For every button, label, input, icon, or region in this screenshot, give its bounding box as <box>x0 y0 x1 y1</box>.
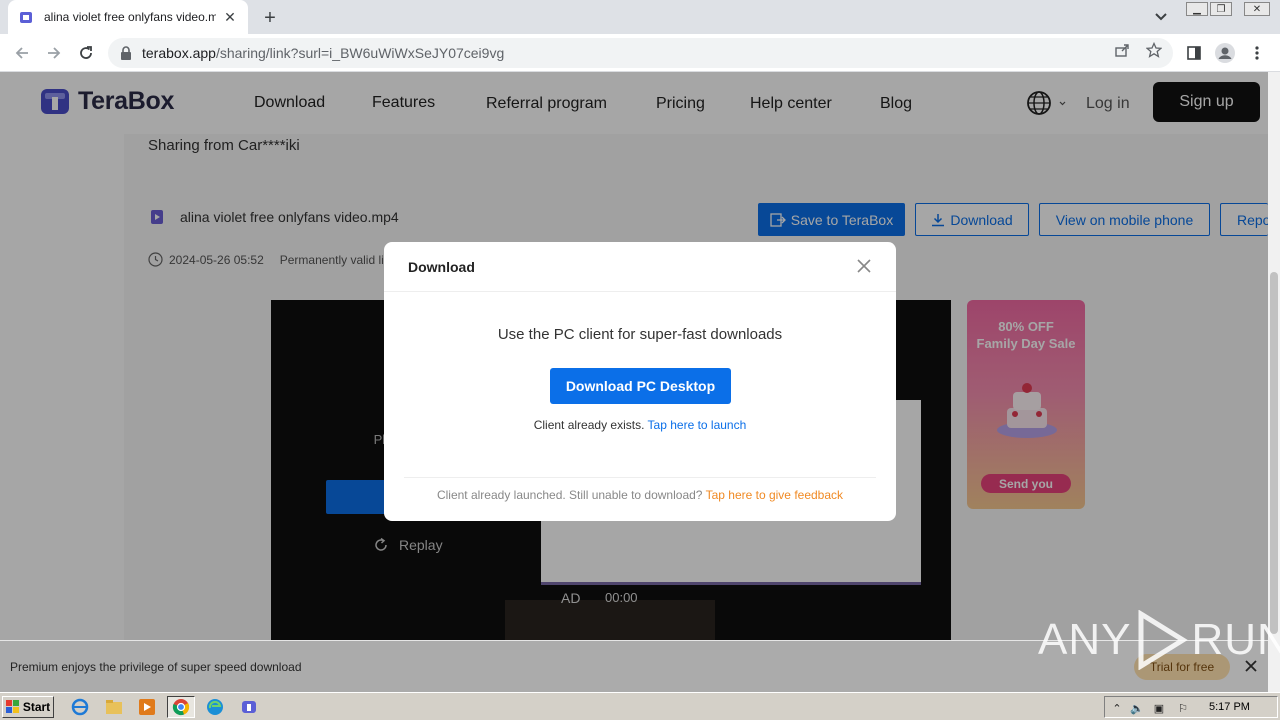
chrome-taskbar-icon[interactable] <box>167 696 195 718</box>
file-explorer-icon[interactable] <box>102 696 126 718</box>
reload-icon[interactable] <box>74 41 98 65</box>
address-bar[interactable]: terabox.app/sharing/link?surl=i_BW6uWiWx… <box>108 38 1173 68</box>
client-exists-text: Client already exists. <box>533 418 645 432</box>
start-label: Start <box>22 700 51 714</box>
launch-client-link[interactable]: Tap here to launch <box>648 418 747 432</box>
terabox-favicon-icon <box>18 9 34 25</box>
terabox-taskbar-icon[interactable] <box>237 696 261 718</box>
close-icon[interactable] <box>854 256 874 276</box>
url-host: terabox.app <box>142 45 216 61</box>
download-modal: Download Use the PC client for super-fas… <box>384 242 896 521</box>
lock-icon[interactable] <box>120 46 134 60</box>
taskbar-clock[interactable]: 5:17 PM <box>1209 701 1250 713</box>
network-icon[interactable]: ▣ <box>1151 700 1167 716</box>
tab-close-icon[interactable]: ✕ <box>222 9 238 25</box>
share-icon[interactable] <box>1112 40 1132 60</box>
watermark-left-text: ANY <box>1038 615 1132 664</box>
volume-icon[interactable]: 🔈 <box>1129 700 1145 716</box>
page-scrollbar[interactable] <box>1268 72 1280 640</box>
media-player-icon[interactable] <box>135 696 159 718</box>
tray-expand-icon[interactable]: ⌃ <box>1109 700 1125 716</box>
window-close-button[interactable]: ✕ <box>1244 2 1270 16</box>
feedback-link[interactable]: Tap here to give feedback <box>706 488 843 502</box>
window-minimize-button[interactable]: ▁ <box>1186 2 1208 16</box>
watermark-right-text: RUN <box>1191 615 1280 664</box>
browser-toolbar: terabox.app/sharing/link?surl=i_BW6uWiWx… <box>0 34 1280 72</box>
modal-title: Download <box>408 259 475 275</box>
url-path: /sharing/link?surl=i_BW6uWiWxSeJY07cei9v… <box>215 45 505 61</box>
modal-footer-divider <box>404 477 876 478</box>
tab-search-chevron-icon[interactable] <box>1150 6 1172 28</box>
tab-title: alina violet free onlyfans video.mp4 <box>44 10 216 24</box>
action-center-flag-icon[interactable]: ⚐ <box>1175 700 1191 716</box>
new-tab-button[interactable]: + <box>258 6 282 30</box>
browser-tab[interactable]: alina violet free onlyfans video.mp4 ✕ <box>8 0 248 34</box>
window-restore-button[interactable]: ❐ <box>1210 2 1232 16</box>
browser-menu-icon[interactable] <box>1245 41 1269 65</box>
system-tray: ⌃ 🔈 ▣ ⚐ 5:17 PM <box>1104 696 1278 718</box>
modal-heading: Use the PC client for super-fast downloa… <box>497 326 783 343</box>
internet-explorer-icon[interactable] <box>68 696 92 718</box>
edge-icon[interactable] <box>203 696 227 718</box>
forward-icon[interactable] <box>42 41 66 65</box>
download-pc-desktop-button[interactable]: Download PC Desktop <box>550 368 731 404</box>
windows-logo-icon <box>5 700 19 713</box>
client-exists-line: Client already exists. Tap here to launc… <box>384 418 896 432</box>
start-button[interactable]: Start <box>2 696 54 718</box>
windows-taskbar: Start ⌃ 🔈 ▣ ⚐ 5:17 PM <box>0 692 1280 720</box>
browser-tab-strip: alina violet free onlyfans video.mp4 ✕ +… <box>0 0 1280 34</box>
feedback-line: Client already launched. Still unable to… <box>384 488 896 502</box>
profile-avatar-icon[interactable] <box>1213 41 1237 65</box>
url-text: terabox.app/sharing/link?surl=i_BW6uWiWx… <box>142 45 504 61</box>
anyrun-watermark: ANY RUN <box>1038 610 1280 670</box>
scrollbar-thumb[interactable] <box>1270 272 1278 634</box>
bookmark-star-icon[interactable] <box>1144 40 1164 60</box>
watermark-play-icon <box>1138 610 1189 670</box>
modal-divider <box>384 291 896 292</box>
feedback-text: Client already launched. Still unable to… <box>436 488 703 502</box>
back-icon[interactable] <box>10 41 34 65</box>
side-panel-icon[interactable] <box>1182 41 1206 65</box>
